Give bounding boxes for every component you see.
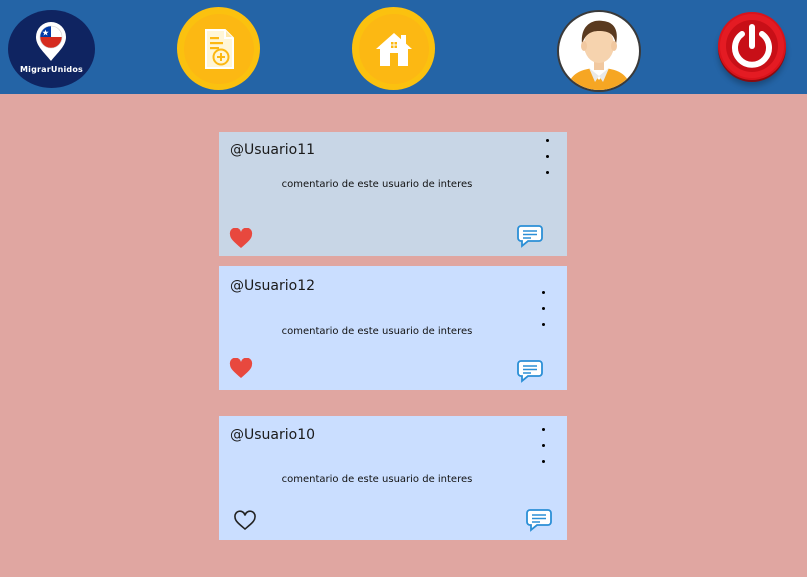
heart-filled-icon[interactable] xyxy=(229,228,253,249)
comment-icon[interactable] xyxy=(526,508,552,532)
post-username[interactable]: @Usuario12 xyxy=(230,278,315,294)
power-icon xyxy=(720,14,784,78)
home-button[interactable] xyxy=(352,7,435,90)
new-post-button[interactable] xyxy=(177,7,260,90)
post-card: @Usuario11 comentario de este usuario de… xyxy=(219,132,567,256)
document-add-icon xyxy=(204,28,234,69)
comment-icon[interactable] xyxy=(517,359,543,383)
more-options-icon[interactable] xyxy=(538,425,550,465)
more-options-icon[interactable] xyxy=(538,288,550,328)
heart-filled-icon[interactable] xyxy=(229,358,253,379)
comment-icon[interactable] xyxy=(517,224,543,248)
post-card: @Usuario12 comentario de este usuario de… xyxy=(219,266,567,390)
top-navigation-bar: MigrarUnidos xyxy=(0,0,807,94)
heart-outline-icon[interactable] xyxy=(233,510,257,531)
post-comment: comentario de este usuario de interes xyxy=(281,179,473,190)
app-name: MigrarUnidos xyxy=(19,65,84,74)
chile-pin-icon xyxy=(36,22,66,61)
post-username[interactable]: @Usuario11 xyxy=(230,142,315,158)
post-username[interactable]: @Usuario10 xyxy=(230,427,315,443)
logout-button[interactable] xyxy=(718,12,786,80)
post-comment: comentario de este usuario de interes xyxy=(281,326,473,337)
app-logo[interactable]: MigrarUnidos xyxy=(8,10,95,88)
more-options-icon[interactable] xyxy=(542,136,554,176)
home-icon xyxy=(375,32,412,66)
post-card: @Usuario10 comentario de este usuario de… xyxy=(219,416,567,540)
post-comment: comentario de este usuario de interes xyxy=(281,474,473,485)
user-avatar-icon xyxy=(567,20,631,90)
profile-button[interactable] xyxy=(557,10,641,92)
